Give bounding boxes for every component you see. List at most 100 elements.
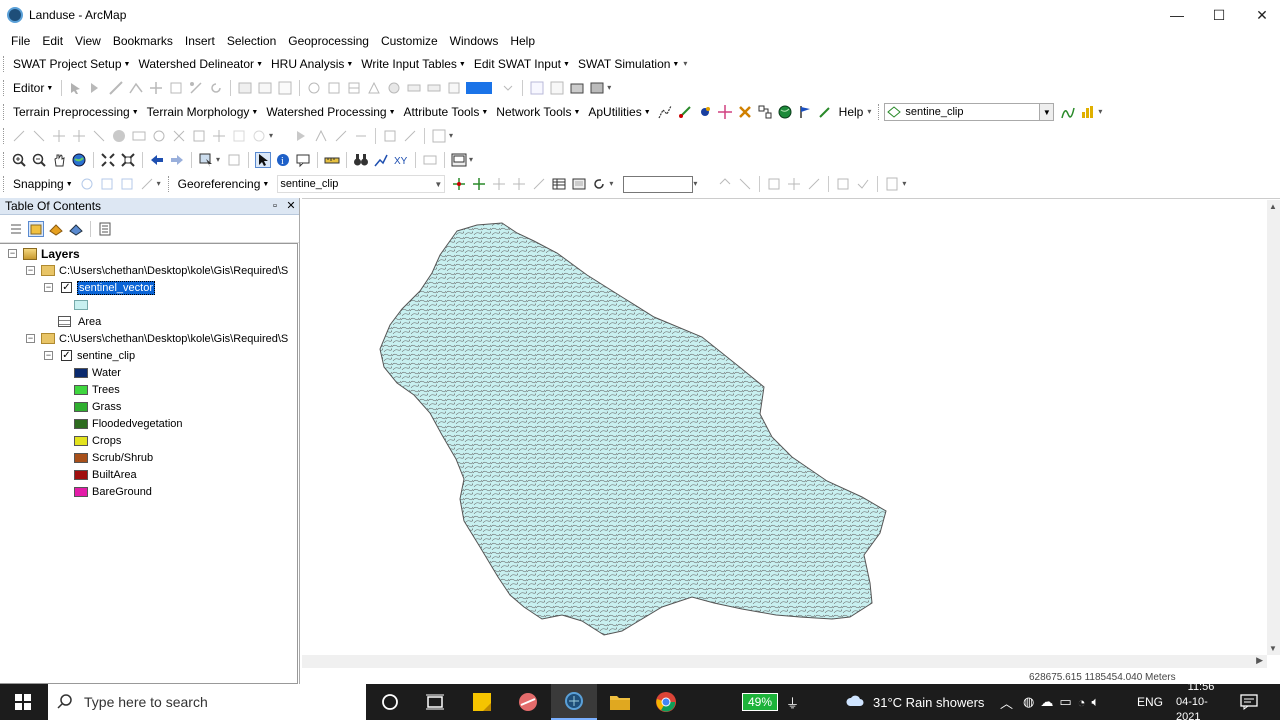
select-features-icon[interactable] (198, 152, 214, 168)
close-button[interactable]: ✕ (1240, 0, 1280, 30)
legend-swatch-crops[interactable] (74, 435, 88, 446)
auto-hide-icon[interactable]: ▫ (268, 199, 282, 213)
collapse-icon[interactable]: − (26, 334, 35, 343)
chevron-down-icon[interactable]: ▾ (609, 178, 617, 190)
tool-icon-16[interactable] (333, 128, 349, 144)
legend-class-row[interactable]: Crops (74, 432, 121, 449)
list-by-selection-icon[interactable] (68, 221, 84, 237)
toolbar-options-icon[interactable]: ▾ (683, 58, 691, 70)
collapse-icon[interactable]: − (8, 249, 17, 258)
topology-icon-1[interactable] (306, 80, 322, 96)
zoom-in-icon[interactable] (11, 152, 27, 168)
vertex-snapping-icon[interactable] (119, 176, 135, 192)
menu-geoprocessing[interactable]: Geoprocessing (282, 34, 375, 48)
menu-selection[interactable]: Selection (221, 34, 282, 48)
taskbar-app-chrome[interactable] (643, 684, 689, 720)
legend-swatch-scrub-shrub[interactable] (74, 452, 88, 463)
layout-icon-4[interactable] (589, 80, 605, 96)
topology-icon-7[interactable] (426, 80, 442, 96)
topology-icon-2[interactable] (326, 80, 342, 96)
menu-edit[interactable]: Edit (36, 34, 69, 48)
network-tools-menu[interactable]: Network Tools ▼ (492, 105, 584, 119)
layer-symbol-row[interactable] (74, 296, 92, 313)
network-icon[interactable] (757, 104, 773, 120)
tool-icon-21[interactable] (717, 176, 733, 192)
toolbar-grip[interactable] (3, 56, 6, 72)
scroll-right-arrow[interactable]: ▶ (1256, 655, 1263, 666)
menu-windows[interactable]: Windows (444, 34, 505, 48)
html-popup-icon[interactable] (295, 152, 311, 168)
map-scale-input[interactable] (623, 175, 694, 193)
toolbar-grip[interactable] (3, 80, 6, 96)
histogram-icon[interactable] (1060, 104, 1076, 120)
edge-snapping-icon[interactable] (139, 176, 155, 192)
tool-icon-22[interactable] (737, 176, 753, 192)
map-view[interactable] (302, 198, 1280, 670)
topology-icon-4[interactable] (366, 80, 382, 96)
add-control-points-icon[interactable] (471, 176, 487, 192)
taskbar-app-sticky-notes[interactable] (459, 684, 505, 720)
write-input-tables-menu[interactable]: Write Input Tables ▼ (357, 57, 470, 71)
chevron-down-icon[interactable]: ▾ (216, 154, 224, 166)
onedrive-cloud-icon[interactable]: ☁ (1040, 694, 1053, 710)
tool-icon-7[interactable] (131, 128, 147, 144)
tool-icon-26[interactable] (835, 176, 851, 192)
attributes-icon[interactable] (237, 80, 253, 96)
toolbar-options-icon[interactable]: ▾ (867, 106, 875, 118)
tool-icon-14[interactable] (293, 128, 309, 144)
georeferencing-menu[interactable]: Georeferencing ▼ (174, 177, 274, 191)
legend-class-row[interactable]: BareGround (74, 483, 152, 500)
tool-icon-4[interactable] (71, 128, 87, 144)
flag-icon[interactable] (797, 104, 813, 120)
batch-point-icon[interactable] (697, 104, 713, 120)
tool-icon-2[interactable] (31, 128, 47, 144)
menu-help[interactable]: Help (504, 34, 541, 48)
topology-icon-6[interactable] (406, 80, 422, 96)
toolbar-grip[interactable] (3, 176, 6, 192)
legend-class-row[interactable]: Water (74, 364, 121, 381)
menu-bookmarks[interactable]: Bookmarks (107, 34, 179, 48)
tool-icon-5[interactable] (91, 128, 107, 144)
full-extent-globe-icon[interactable] (71, 152, 87, 168)
map-horizontal-scrollbar[interactable]: ▶ (302, 655, 1267, 668)
collapse-icon[interactable]: − (44, 283, 53, 292)
edit-swat-input-menu[interactable]: Edit SWAT Input ▼ (470, 57, 574, 71)
taskbar-search-box[interactable]: Type here to search (48, 684, 366, 720)
editor-menu[interactable]: Editor ▼ (9, 81, 57, 95)
source-folder-row-1[interactable]: − C:\Users\chethan\Desktop\kole\Gis\Requ… (26, 262, 288, 279)
point-delineation-icon[interactable] (677, 104, 693, 120)
legend-swatch-floodedvegetation[interactable] (74, 418, 88, 429)
maximize-button[interactable]: ☐ (1197, 0, 1241, 30)
forward-arrow-icon[interactable] (169, 152, 185, 168)
tool-icon-27[interactable] (855, 176, 871, 192)
legend-swatch-builtarea[interactable] (74, 469, 88, 480)
chevron-down-icon[interactable]: ▼ (432, 176, 444, 192)
point-snapping-icon[interactable] (79, 176, 95, 192)
tool-icon-25[interactable] (806, 176, 822, 192)
close-icon[interactable]: ✕ (284, 199, 298, 213)
minimize-button[interactable]: — (1155, 0, 1199, 30)
split-tool-icon[interactable] (148, 80, 164, 96)
watershed-polygon[interactable] (379, 222, 887, 636)
fixed-zoom-in-icon[interactable] (100, 152, 116, 168)
menu-customize[interactable]: Customize (375, 34, 444, 48)
shift-icon[interactable] (491, 176, 507, 192)
tool-icon-8[interactable] (151, 128, 167, 144)
tool-icon-15[interactable] (313, 128, 329, 144)
layer-visibility-checkbox[interactable]: ✓ (61, 350, 72, 361)
scroll-up-arrow[interactable]: ▲ (1269, 202, 1277, 211)
target-layer-combo[interactable]: sentine_clip ▼ (884, 103, 1055, 121)
rotate-georef-icon[interactable] (451, 176, 467, 192)
toolbar-options-icon[interactable]: ▾ (449, 130, 457, 142)
tool-icon-28[interactable] (884, 176, 900, 192)
viewer-icon[interactable] (571, 176, 587, 192)
windows-start-button[interactable] (0, 684, 46, 720)
volume-icon[interactable]: 🔈︎ (1092, 694, 1100, 710)
reshape-tool-icon[interactable] (168, 80, 184, 96)
tool-icon-10[interactable] (191, 128, 207, 144)
topology-icon-3[interactable] (346, 80, 362, 96)
zoom-out-icon[interactable] (31, 152, 47, 168)
source-folder-row-2[interactable]: − C:\Users\chethan\Desktop\kole\Gis\Requ… (26, 330, 288, 347)
edit-tool-icon[interactable] (68, 80, 84, 96)
layer-visibility-checkbox[interactable]: ✓ (61, 282, 72, 293)
